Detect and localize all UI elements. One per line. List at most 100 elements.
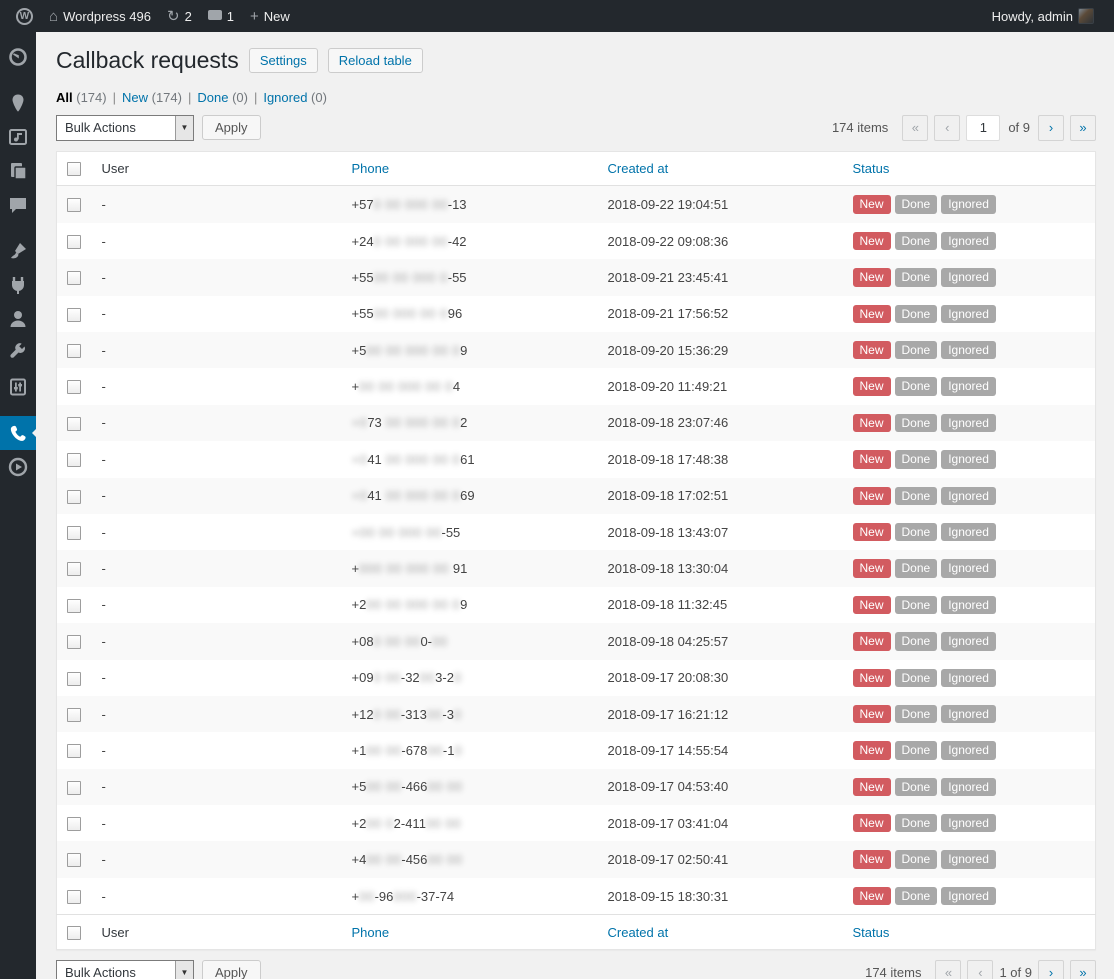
row-checkbox[interactable]	[67, 817, 81, 832]
row-checkbox[interactable]	[67, 598, 81, 613]
sidebar-item-dashboard[interactable]	[0, 40, 36, 74]
column-header-status[interactable]: Status	[842, 151, 1096, 187]
status-badge-new[interactable]: New	[852, 522, 891, 542]
prev-page-button[interactable]: ‹	[934, 114, 961, 141]
status-badge-ignored[interactable]: Ignored	[941, 668, 996, 687]
sidebar-item-plugins[interactable]	[0, 268, 36, 302]
status-badge-new[interactable]: New	[852, 632, 891, 651]
status-badge-ignored[interactable]: Ignored	[941, 268, 996, 287]
column-header-phone[interactable]: Phone	[341, 151, 598, 187]
column-header-status[interactable]: Status	[842, 914, 1096, 950]
status-badge-new[interactable]: New	[852, 195, 891, 214]
status-badge-ignored[interactable]: Ignored	[941, 231, 996, 251]
status-badge-ignored[interactable]: Ignored	[941, 704, 996, 724]
settings-button[interactable]: Settings	[248, 48, 318, 74]
next-page-button-bottom[interactable]: ›	[1038, 959, 1064, 979]
status-badge-done[interactable]: Done	[894, 704, 938, 724]
status-badge-ignored[interactable]: Ignored	[941, 522, 996, 542]
status-badge-ignored[interactable]: Ignored	[941, 595, 996, 615]
apply-button-bottom[interactable]: Apply	[202, 960, 261, 979]
status-badge-ignored[interactable]: Ignored	[941, 377, 996, 396]
row-checkbox[interactable]	[67, 198, 81, 213]
row-checkbox[interactable]	[67, 744, 81, 759]
status-badge-done[interactable]: Done	[894, 850, 938, 869]
row-checkbox[interactable]	[67, 271, 81, 286]
row-checkbox[interactable]	[67, 453, 81, 468]
status-badge-ignored[interactable]: Ignored	[941, 814, 996, 833]
status-badge-new[interactable]: New	[852, 559, 891, 578]
status-badge-done[interactable]: Done	[894, 231, 938, 251]
my-account-link[interactable]: Howdy, admin	[984, 0, 1102, 32]
column-header-created-at[interactable]: Created at	[597, 914, 843, 950]
status-badge-ignored[interactable]: Ignored	[941, 741, 996, 760]
filter-ignored[interactable]: Ignored (0)	[263, 90, 327, 105]
bulk-actions-select-bottom[interactable]: Bulk Actions ▼	[56, 959, 194, 979]
row-checkbox[interactable]	[67, 671, 81, 686]
status-badge-done[interactable]: Done	[894, 741, 938, 760]
status-badge-done[interactable]: Done	[894, 522, 938, 542]
reload-table-button[interactable]: Reload table	[327, 48, 423, 74]
status-badge-done[interactable]: Done	[894, 413, 938, 433]
status-badge-new[interactable]: New	[852, 741, 891, 760]
sidebar-item-posts[interactable]	[0, 86, 36, 120]
row-checkbox[interactable]	[67, 307, 81, 322]
status-badge-done[interactable]: Done	[894, 268, 938, 287]
row-checkbox[interactable]	[67, 525, 81, 540]
status-badge-ignored[interactable]: Ignored	[941, 886, 996, 906]
sidebar-item-users[interactable]	[0, 302, 36, 336]
status-badge-new[interactable]: New	[852, 886, 891, 906]
sidebar-item-player[interactable]	[0, 450, 36, 484]
sidebar-item-media[interactable]	[0, 120, 36, 154]
row-checkbox[interactable]	[67, 635, 81, 650]
bulk-actions-select[interactable]: Bulk Actions ▼	[56, 114, 194, 141]
status-badge-done[interactable]: Done	[894, 559, 938, 578]
current-page-input[interactable]	[966, 114, 1001, 141]
last-page-button[interactable]: »	[1070, 114, 1096, 141]
status-badge-new[interactable]: New	[852, 814, 891, 833]
filter-done[interactable]: Done (0)	[197, 90, 248, 105]
select-all-checkbox[interactable]	[67, 162, 81, 177]
status-badge-done[interactable]: Done	[894, 814, 938, 833]
wordpress-menu[interactable]: W	[8, 0, 41, 32]
status-badge-ignored[interactable]: Ignored	[941, 304, 996, 324]
row-checkbox[interactable]	[67, 234, 81, 249]
status-badge-ignored[interactable]: Ignored	[941, 850, 996, 869]
prev-page-button-bottom[interactable]: ‹	[967, 959, 994, 979]
status-badge-new[interactable]: New	[852, 668, 891, 687]
sidebar-item-comments[interactable]	[0, 188, 36, 222]
row-checkbox[interactable]	[67, 780, 81, 795]
status-badge-done[interactable]: Done	[894, 777, 938, 797]
status-badge-ignored[interactable]: Ignored	[941, 413, 996, 433]
status-badge-new[interactable]: New	[852, 777, 891, 797]
status-badge-ignored[interactable]: Ignored	[941, 486, 996, 505]
updates-link[interactable]: ↻ 2	[159, 0, 200, 32]
first-page-button-bottom[interactable]: «	[935, 959, 962, 979]
status-badge-new[interactable]: New	[852, 341, 891, 360]
site-name-link[interactable]: ⌂ Wordpress 496	[41, 0, 159, 32]
status-badge-done[interactable]: Done	[894, 486, 938, 505]
row-checkbox[interactable]	[67, 562, 81, 577]
sidebar-item-appearance[interactable]	[0, 234, 36, 268]
row-checkbox[interactable]	[67, 707, 81, 722]
status-badge-new[interactable]: New	[852, 231, 891, 251]
status-badge-done[interactable]: Done	[894, 195, 938, 214]
last-page-button-bottom[interactable]: »	[1070, 959, 1096, 979]
status-badge-done[interactable]: Done	[894, 886, 938, 906]
column-header-created-at[interactable]: Created at	[597, 151, 843, 187]
select-all-checkbox[interactable]	[67, 925, 81, 940]
status-badge-new[interactable]: New	[852, 413, 891, 433]
status-badge-new[interactable]: New	[852, 850, 891, 869]
status-badge-new[interactable]: New	[852, 268, 891, 287]
status-badge-new[interactable]: New	[852, 304, 891, 324]
column-header-phone[interactable]: Phone	[341, 914, 598, 950]
status-badge-ignored[interactable]: Ignored	[941, 777, 996, 797]
status-badge-new[interactable]: New	[852, 486, 891, 505]
status-badge-ignored[interactable]: Ignored	[941, 450, 996, 469]
apply-button[interactable]: Apply	[202, 115, 261, 141]
status-badge-ignored[interactable]: Ignored	[941, 341, 996, 360]
row-checkbox[interactable]	[67, 416, 81, 431]
status-badge-done[interactable]: Done	[894, 450, 938, 469]
status-badge-new[interactable]: New	[852, 595, 891, 615]
row-checkbox[interactable]	[67, 343, 81, 358]
row-checkbox[interactable]	[67, 853, 81, 868]
